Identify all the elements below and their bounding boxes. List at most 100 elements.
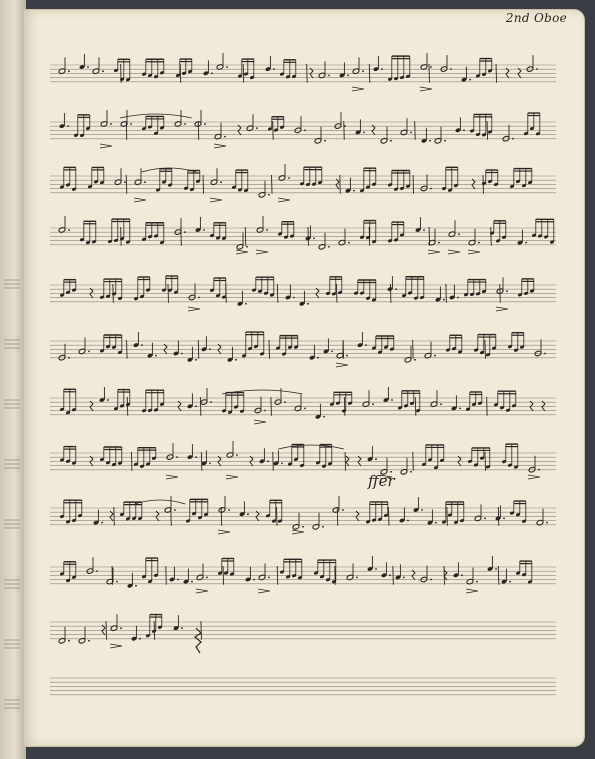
accent-mark [527,474,541,480]
accent-mark [217,529,231,535]
dot [144,181,146,184]
barline [179,63,182,83]
dot [253,578,255,581]
dot [184,123,186,125]
accent-mark [255,249,269,255]
dot [430,578,432,581]
accent-mark [213,143,227,149]
dot [116,580,118,583]
dot [353,189,355,192]
dot [211,72,213,75]
accent-mark [133,197,147,203]
dot [155,354,157,357]
dot [381,68,383,70]
barline [339,174,341,194]
dot [434,354,436,357]
accent-mark [225,474,239,480]
dot [459,407,461,410]
dot [266,229,268,231]
barline [125,174,128,194]
barline [388,506,390,526]
barline [200,620,202,640]
dot [246,245,248,248]
accent-mark [187,306,201,312]
dot [101,521,103,524]
barline [343,396,346,416]
dot [284,401,286,403]
dot [544,352,546,355]
dot [395,288,397,290]
dot [195,358,197,361]
accent-mark [495,306,509,312]
barline [307,226,309,246]
barline [412,174,414,194]
barline [270,396,272,416]
rest [517,67,522,79]
dot [313,237,315,240]
dot [87,66,89,68]
dot [139,637,141,640]
scan-background: 2nd Oboe ffer [0,0,595,759]
dot [304,129,306,132]
dot [220,181,222,184]
barline [126,339,128,359]
dot [88,639,90,642]
dynamic-marking: ffer [368,472,395,490]
dot [102,70,104,73]
barline [495,63,497,83]
dot [204,123,206,125]
accent-mark [257,588,271,594]
dot [130,123,132,125]
dot [195,405,197,408]
barline [222,565,224,585]
barline [113,506,115,526]
accent-mark [427,249,441,255]
barline [272,120,274,140]
accent-mark [109,643,123,649]
accent-mark [291,529,305,535]
dot [281,462,283,465]
dot [389,574,391,577]
accent-mark [253,419,267,425]
dot [68,639,70,642]
dot [506,290,508,293]
dot [444,139,446,142]
dot [268,193,270,196]
barline [271,174,273,194]
barline [497,565,500,585]
barline [486,396,488,416]
dot [181,627,183,630]
accent-mark [465,588,479,594]
dot [438,241,440,244]
dot [68,70,70,73]
dot [430,66,432,68]
dot [407,519,409,522]
barline [276,506,278,526]
dot [273,68,275,70]
dot [478,241,480,244]
dot [423,229,425,231]
dot [324,139,326,142]
dot [256,127,258,130]
dot [245,302,247,305]
accent-mark [165,474,179,480]
dot [210,401,212,403]
dot [203,229,205,231]
dot [450,68,452,70]
barline [412,451,414,471]
dot [443,298,445,301]
dot [268,576,270,579]
dot [362,70,364,73]
dot [525,241,527,244]
barline [199,396,202,416]
dot [68,356,70,359]
slur [278,444,345,450]
barline [165,565,167,585]
dot [546,521,548,524]
dot [538,468,540,471]
dot [363,131,365,134]
accent-mark [195,588,209,594]
barline [484,451,486,471]
dot [317,356,319,359]
barline [392,565,394,585]
